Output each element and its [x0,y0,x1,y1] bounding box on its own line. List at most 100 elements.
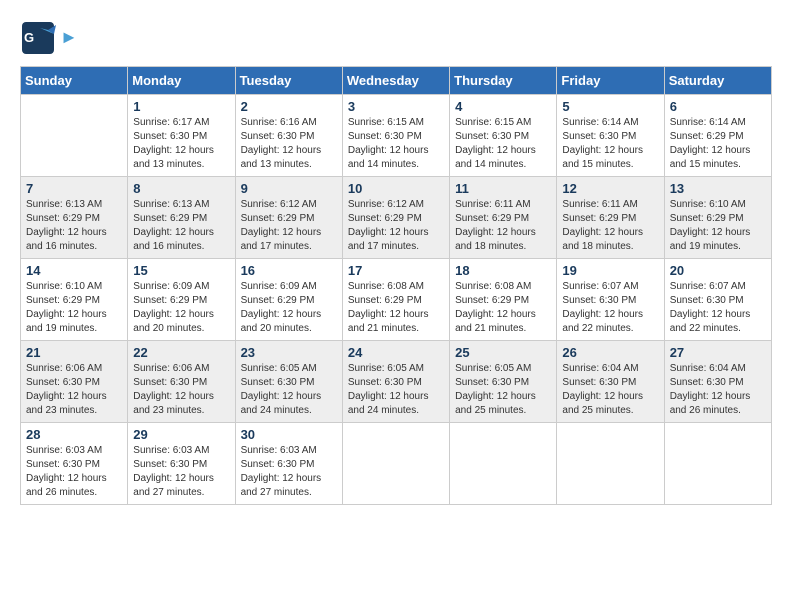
day-info: Sunrise: 6:03 AM Sunset: 6:30 PM Dayligh… [133,444,229,500]
day-number: 23 [241,345,337,360]
day-info: Sunrise: 6:13 AM Sunset: 6:29 PM Dayligh… [26,198,122,254]
calendar-cell: 14Sunrise: 6:10 AM Sunset: 6:29 PM Dayli… [21,259,128,341]
calendar-cell [664,423,771,505]
day-number: 9 [241,181,337,196]
calendar-week-row: 7 Sunrise: 6:13 AM Sunset: 6:29 PM Daylig… [21,177,772,259]
day-number: 19 [562,263,658,278]
day-info: Sunrise: 6:03 AM Sunset: 6:30 PM Dayligh… [241,444,337,500]
day-number: 17 [348,263,444,278]
day-number: 30 [241,427,337,442]
calendar-cell: 27 Sunrise: 6:04 AM Sunset: 6:30 PM Dayli… [664,341,771,423]
calendar-header-row: SundayMondayTuesdayWednesdayThursdayFrid… [21,67,772,95]
calendar-cell: 10 Sunrise: 6:12 AM Sunset: 6:29 PM Dayli… [342,177,449,259]
logo-icon: G [20,20,56,56]
day-info: Sunrise: 6:12 AM Sunset: 6:29 PM Dayligh… [241,198,337,254]
calendar-cell: 17 Sunrise: 6:08 AM Sunset: 6:29 PM Dayli… [342,259,449,341]
calendar-cell: 8 Sunrise: 6:13 AM Sunset: 6:29 PM Daylig… [128,177,235,259]
day-number: 5 [562,99,658,114]
calendar-week-row: 1 Sunrise: 6:17 AM Sunset: 6:30 PM Daylig… [21,95,772,177]
day-number: 29 [133,427,229,442]
calendar-cell: 9 Sunrise: 6:12 AM Sunset: 6:29 PM Daylig… [235,177,342,259]
day-number: 11 [455,181,551,196]
day-info: Sunrise: 6:03 AM Sunset: 6:30 PM Dayligh… [26,444,122,500]
calendar-cell: 6 Sunrise: 6:14 AM Sunset: 6:29 PM Daylig… [664,95,771,177]
calendar-week-row: 28 Sunrise: 6:03 AM Sunset: 6:30 PM Dayli… [21,423,772,505]
day-info: Sunrise: 6:14 AM Sunset: 6:29 PM Dayligh… [670,116,766,172]
day-number: 18 [455,263,551,278]
calendar-cell: 19 Sunrise: 6:07 AM Sunset: 6:30 PM Dayli… [557,259,664,341]
day-number: 4 [455,99,551,114]
calendar-cell: 18 Sunrise: 6:08 AM Sunset: 6:29 PM Dayli… [450,259,557,341]
day-info: Sunrise: 6:14 AM Sunset: 6:30 PM Dayligh… [562,116,658,172]
day-info: Sunrise: 6:15 AM Sunset: 6:30 PM Dayligh… [348,116,444,172]
calendar-cell: 13 Sunrise: 6:10 AM Sunset: 6:29 PM Dayli… [664,177,771,259]
day-number: 24 [348,345,444,360]
day-number: 2 [241,99,337,114]
header-thursday: Thursday [450,67,557,95]
day-number: 13 [670,181,766,196]
calendar-cell: 15 Sunrise: 6:09 AM Sunset: 6:29 PM Dayli… [128,259,235,341]
day-info: Sunrise: 6:11 AM Sunset: 6:29 PM Dayligh… [562,198,658,254]
day-info: Sunrise: 6:08 AM Sunset: 6:29 PM Dayligh… [348,280,444,336]
day-number: 6 [670,99,766,114]
day-info: Sunrise: 6:08 AM Sunset: 6:29 PM Dayligh… [455,280,551,336]
day-info: Sunrise: 6:07 AM Sunset: 6:30 PM Dayligh… [670,280,766,336]
day-info: Sunrise: 6:06 AM Sunset: 6:30 PM Dayligh… [26,362,122,418]
day-info: Sunrise: 6:04 AM Sunset: 6:30 PM Dayligh… [562,362,658,418]
day-info: Sunrise: 6:05 AM Sunset: 6:30 PM Dayligh… [241,362,337,418]
day-number: 8 [133,181,229,196]
calendar-cell: 5 Sunrise: 6:14 AM Sunset: 6:30 PM Daylig… [557,95,664,177]
header-sunday: Sunday [21,67,128,95]
day-number: 28 [26,427,122,442]
day-number: 15 [133,263,229,278]
day-number: 27 [670,345,766,360]
day-info: Sunrise: 6:13 AM Sunset: 6:29 PM Dayligh… [133,198,229,254]
day-number: 10 [348,181,444,196]
day-number: 26 [562,345,658,360]
day-number: 1 [133,99,229,114]
day-number: 12 [562,181,658,196]
day-info: Sunrise: 6:07 AM Sunset: 6:30 PM Dayligh… [562,280,658,336]
calendar-cell: 4Sunrise: 6:15 AM Sunset: 6:30 PM Daylig… [450,95,557,177]
calendar-cell [557,423,664,505]
day-info: Sunrise: 6:10 AM Sunset: 6:29 PM Dayligh… [670,198,766,254]
day-info: Sunrise: 6:06 AM Sunset: 6:30 PM Dayligh… [133,362,229,418]
day-info: Sunrise: 6:04 AM Sunset: 6:30 PM Dayligh… [670,362,766,418]
calendar-cell: 12 Sunrise: 6:11 AM Sunset: 6:29 PM Dayli… [557,177,664,259]
day-number: 21 [26,345,122,360]
day-info: Sunrise: 6:05 AM Sunset: 6:30 PM Dayligh… [455,362,551,418]
day-number: 25 [455,345,551,360]
calendar-cell: 3Sunrise: 6:15 AM Sunset: 6:30 PM Daylig… [342,95,449,177]
day-info: Sunrise: 6:16 AM Sunset: 6:30 PM Dayligh… [241,116,337,172]
calendar-cell: 26 Sunrise: 6:04 AM Sunset: 6:30 PM Dayli… [557,341,664,423]
calendar-table: SundayMondayTuesdayWednesdayThursdayFrid… [20,66,772,505]
day-number: 16 [241,263,337,278]
day-info: Sunrise: 6:12 AM Sunset: 6:29 PM Dayligh… [348,198,444,254]
calendar-cell: 7 Sunrise: 6:13 AM Sunset: 6:29 PM Daylig… [21,177,128,259]
calendar-cell: 30 Sunrise: 6:03 AM Sunset: 6:30 PM Dayli… [235,423,342,505]
calendar-week-row: 14Sunrise: 6:10 AM Sunset: 6:29 PM Dayli… [21,259,772,341]
calendar-cell: 16 Sunrise: 6:09 AM Sunset: 6:29 PM Dayli… [235,259,342,341]
page-header: G ► [20,20,772,56]
day-number: 20 [670,263,766,278]
header-friday: Friday [557,67,664,95]
day-info: Sunrise: 6:09 AM Sunset: 6:29 PM Dayligh… [241,280,337,336]
calendar-week-row: 21 Sunrise: 6:06 AM Sunset: 6:30 PM Dayli… [21,341,772,423]
day-number: 22 [133,345,229,360]
calendar-cell: 22 Sunrise: 6:06 AM Sunset: 6:30 PM Dayli… [128,341,235,423]
day-number: 7 [26,181,122,196]
calendar-cell: 24Sunrise: 6:05 AM Sunset: 6:30 PM Dayli… [342,341,449,423]
calendar-cell: 28 Sunrise: 6:03 AM Sunset: 6:30 PM Dayli… [21,423,128,505]
header-tuesday: Tuesday [235,67,342,95]
calendar-cell: 1 Sunrise: 6:17 AM Sunset: 6:30 PM Daylig… [128,95,235,177]
calendar-cell: 11Sunrise: 6:11 AM Sunset: 6:29 PM Dayli… [450,177,557,259]
day-info: Sunrise: 6:09 AM Sunset: 6:29 PM Dayligh… [133,280,229,336]
calendar-cell [342,423,449,505]
header-wednesday: Wednesday [342,67,449,95]
calendar-cell: 2 Sunrise: 6:16 AM Sunset: 6:30 PM Daylig… [235,95,342,177]
calendar-cell: 23 Sunrise: 6:05 AM Sunset: 6:30 PM Dayli… [235,341,342,423]
calendar-cell: 29 Sunrise: 6:03 AM Sunset: 6:30 PM Dayli… [128,423,235,505]
day-info: Sunrise: 6:17 AM Sunset: 6:30 PM Dayligh… [133,116,229,172]
day-info: Sunrise: 6:10 AM Sunset: 6:29 PM Dayligh… [26,280,122,336]
svg-text:G: G [24,30,34,45]
